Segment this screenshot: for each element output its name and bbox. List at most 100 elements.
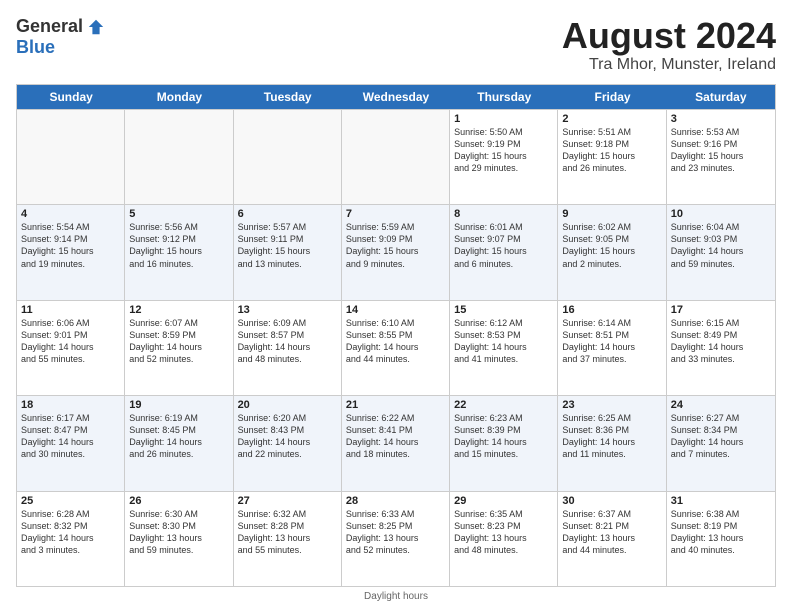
day-info: Sunrise: 5:56 AM Sunset: 9:12 PM Dayligh…: [129, 221, 228, 270]
title-area: August 2024 Tra Mhor, Munster, Ireland: [562, 16, 776, 74]
day-info: Sunrise: 6:09 AM Sunset: 8:57 PM Dayligh…: [238, 317, 337, 366]
header-day-tuesday: Tuesday: [234, 85, 342, 109]
cal-cell: 20Sunrise: 6:20 AM Sunset: 8:43 PM Dayli…: [234, 396, 342, 490]
page: General Blue August 2024 Tra Mhor, Munst…: [0, 0, 792, 612]
calendar: SundayMondayTuesdayWednesdayThursdayFrid…: [16, 84, 776, 587]
cal-cell: 5Sunrise: 5:56 AM Sunset: 9:12 PM Daylig…: [125, 205, 233, 299]
cal-cell: 8Sunrise: 6:01 AM Sunset: 9:07 PM Daylig…: [450, 205, 558, 299]
day-number: 15: [454, 304, 553, 316]
day-info: Sunrise: 5:50 AM Sunset: 9:19 PM Dayligh…: [454, 126, 553, 175]
header-day-sunday: Sunday: [17, 85, 125, 109]
cal-cell: 4Sunrise: 5:54 AM Sunset: 9:14 PM Daylig…: [17, 205, 125, 299]
header-day-monday: Monday: [125, 85, 233, 109]
location: Tra Mhor, Munster, Ireland: [562, 56, 776, 74]
day-number: 31: [671, 495, 771, 507]
cal-cell: 30Sunrise: 6:37 AM Sunset: 8:21 PM Dayli…: [558, 492, 666, 586]
day-info: Sunrise: 6:28 AM Sunset: 8:32 PM Dayligh…: [21, 508, 120, 557]
day-info: Sunrise: 6:32 AM Sunset: 8:28 PM Dayligh…: [238, 508, 337, 557]
day-number: 22: [454, 399, 553, 411]
day-info: Sunrise: 6:37 AM Sunset: 8:21 PM Dayligh…: [562, 508, 661, 557]
header-day-thursday: Thursday: [450, 85, 558, 109]
day-info: Sunrise: 6:25 AM Sunset: 8:36 PM Dayligh…: [562, 412, 661, 461]
cal-cell: 19Sunrise: 6:19 AM Sunset: 8:45 PM Dayli…: [125, 396, 233, 490]
cal-row-4: 25Sunrise: 6:28 AM Sunset: 8:32 PM Dayli…: [17, 491, 775, 586]
day-number: 16: [562, 304, 661, 316]
cal-cell: 3Sunrise: 5:53 AM Sunset: 9:16 PM Daylig…: [667, 110, 775, 204]
cal-row-0: 1Sunrise: 5:50 AM Sunset: 9:19 PM Daylig…: [17, 109, 775, 204]
day-info: Sunrise: 6:07 AM Sunset: 8:59 PM Dayligh…: [129, 317, 228, 366]
day-number: 27: [238, 495, 337, 507]
day-number: 25: [21, 495, 120, 507]
day-info: Sunrise: 6:06 AM Sunset: 9:01 PM Dayligh…: [21, 317, 120, 366]
day-info: Sunrise: 6:17 AM Sunset: 8:47 PM Dayligh…: [21, 412, 120, 461]
day-info: Sunrise: 6:10 AM Sunset: 8:55 PM Dayligh…: [346, 317, 445, 366]
cal-cell: [234, 110, 342, 204]
day-number: 29: [454, 495, 553, 507]
day-number: 5: [129, 208, 228, 220]
day-info: Sunrise: 6:22 AM Sunset: 8:41 PM Dayligh…: [346, 412, 445, 461]
day-info: Sunrise: 6:23 AM Sunset: 8:39 PM Dayligh…: [454, 412, 553, 461]
cal-cell: [125, 110, 233, 204]
day-number: 4: [21, 208, 120, 220]
cal-cell: 13Sunrise: 6:09 AM Sunset: 8:57 PM Dayli…: [234, 301, 342, 395]
cal-cell: 25Sunrise: 6:28 AM Sunset: 8:32 PM Dayli…: [17, 492, 125, 586]
day-number: 20: [238, 399, 337, 411]
day-info: Sunrise: 6:35 AM Sunset: 8:23 PM Dayligh…: [454, 508, 553, 557]
logo-blue-text: Blue: [16, 37, 55, 58]
cal-cell: [17, 110, 125, 204]
day-number: 7: [346, 208, 445, 220]
day-number: 14: [346, 304, 445, 316]
cal-cell: 27Sunrise: 6:32 AM Sunset: 8:28 PM Dayli…: [234, 492, 342, 586]
cal-cell: 29Sunrise: 6:35 AM Sunset: 8:23 PM Dayli…: [450, 492, 558, 586]
day-info: Sunrise: 6:12 AM Sunset: 8:53 PM Dayligh…: [454, 317, 553, 366]
cal-cell: 9Sunrise: 6:02 AM Sunset: 9:05 PM Daylig…: [558, 205, 666, 299]
cal-row-2: 11Sunrise: 6:06 AM Sunset: 9:01 PM Dayli…: [17, 300, 775, 395]
cal-cell: 7Sunrise: 5:59 AM Sunset: 9:09 PM Daylig…: [342, 205, 450, 299]
cal-cell: 10Sunrise: 6:04 AM Sunset: 9:03 PM Dayli…: [667, 205, 775, 299]
day-info: Sunrise: 6:30 AM Sunset: 8:30 PM Dayligh…: [129, 508, 228, 557]
day-info: Sunrise: 6:14 AM Sunset: 8:51 PM Dayligh…: [562, 317, 661, 366]
cal-cell: 15Sunrise: 6:12 AM Sunset: 8:53 PM Dayli…: [450, 301, 558, 395]
day-info: Sunrise: 5:53 AM Sunset: 9:16 PM Dayligh…: [671, 126, 771, 175]
day-number: 26: [129, 495, 228, 507]
cal-cell: [342, 110, 450, 204]
day-info: Sunrise: 5:57 AM Sunset: 9:11 PM Dayligh…: [238, 221, 337, 270]
cal-cell: 11Sunrise: 6:06 AM Sunset: 9:01 PM Dayli…: [17, 301, 125, 395]
day-info: Sunrise: 6:01 AM Sunset: 9:07 PM Dayligh…: [454, 221, 553, 270]
day-info: Sunrise: 6:33 AM Sunset: 8:25 PM Dayligh…: [346, 508, 445, 557]
day-info: Sunrise: 6:02 AM Sunset: 9:05 PM Dayligh…: [562, 221, 661, 270]
header-day-saturday: Saturday: [667, 85, 775, 109]
cal-cell: 18Sunrise: 6:17 AM Sunset: 8:47 PM Dayli…: [17, 396, 125, 490]
day-number: 3: [671, 113, 771, 125]
cal-cell: 21Sunrise: 6:22 AM Sunset: 8:41 PM Dayli…: [342, 396, 450, 490]
day-number: 11: [21, 304, 120, 316]
cal-cell: 6Sunrise: 5:57 AM Sunset: 9:11 PM Daylig…: [234, 205, 342, 299]
cal-row-1: 4Sunrise: 5:54 AM Sunset: 9:14 PM Daylig…: [17, 204, 775, 299]
day-info: Sunrise: 5:54 AM Sunset: 9:14 PM Dayligh…: [21, 221, 120, 270]
logo-icon: [87, 18, 105, 36]
day-number: 12: [129, 304, 228, 316]
cal-cell: 12Sunrise: 6:07 AM Sunset: 8:59 PM Dayli…: [125, 301, 233, 395]
day-info: Sunrise: 5:51 AM Sunset: 9:18 PM Dayligh…: [562, 126, 661, 175]
day-info: Sunrise: 6:15 AM Sunset: 8:49 PM Dayligh…: [671, 317, 771, 366]
day-number: 10: [671, 208, 771, 220]
cal-cell: 23Sunrise: 6:25 AM Sunset: 8:36 PM Dayli…: [558, 396, 666, 490]
day-number: 17: [671, 304, 771, 316]
day-number: 19: [129, 399, 228, 411]
day-number: 23: [562, 399, 661, 411]
cal-cell: 31Sunrise: 6:38 AM Sunset: 8:19 PM Dayli…: [667, 492, 775, 586]
day-number: 8: [454, 208, 553, 220]
cal-cell: 17Sunrise: 6:15 AM Sunset: 8:49 PM Dayli…: [667, 301, 775, 395]
day-number: 13: [238, 304, 337, 316]
header: General Blue August 2024 Tra Mhor, Munst…: [16, 16, 776, 74]
day-number: 18: [21, 399, 120, 411]
cal-cell: 16Sunrise: 6:14 AM Sunset: 8:51 PM Dayli…: [558, 301, 666, 395]
cal-row-3: 18Sunrise: 6:17 AM Sunset: 8:47 PM Dayli…: [17, 395, 775, 490]
day-number: 1: [454, 113, 553, 125]
calendar-header: SundayMondayTuesdayWednesdayThursdayFrid…: [17, 85, 775, 109]
header-day-friday: Friday: [558, 85, 666, 109]
day-info: Sunrise: 6:20 AM Sunset: 8:43 PM Dayligh…: [238, 412, 337, 461]
cal-cell: 2Sunrise: 5:51 AM Sunset: 9:18 PM Daylig…: [558, 110, 666, 204]
day-info: Sunrise: 6:38 AM Sunset: 8:19 PM Dayligh…: [671, 508, 771, 557]
day-number: 9: [562, 208, 661, 220]
